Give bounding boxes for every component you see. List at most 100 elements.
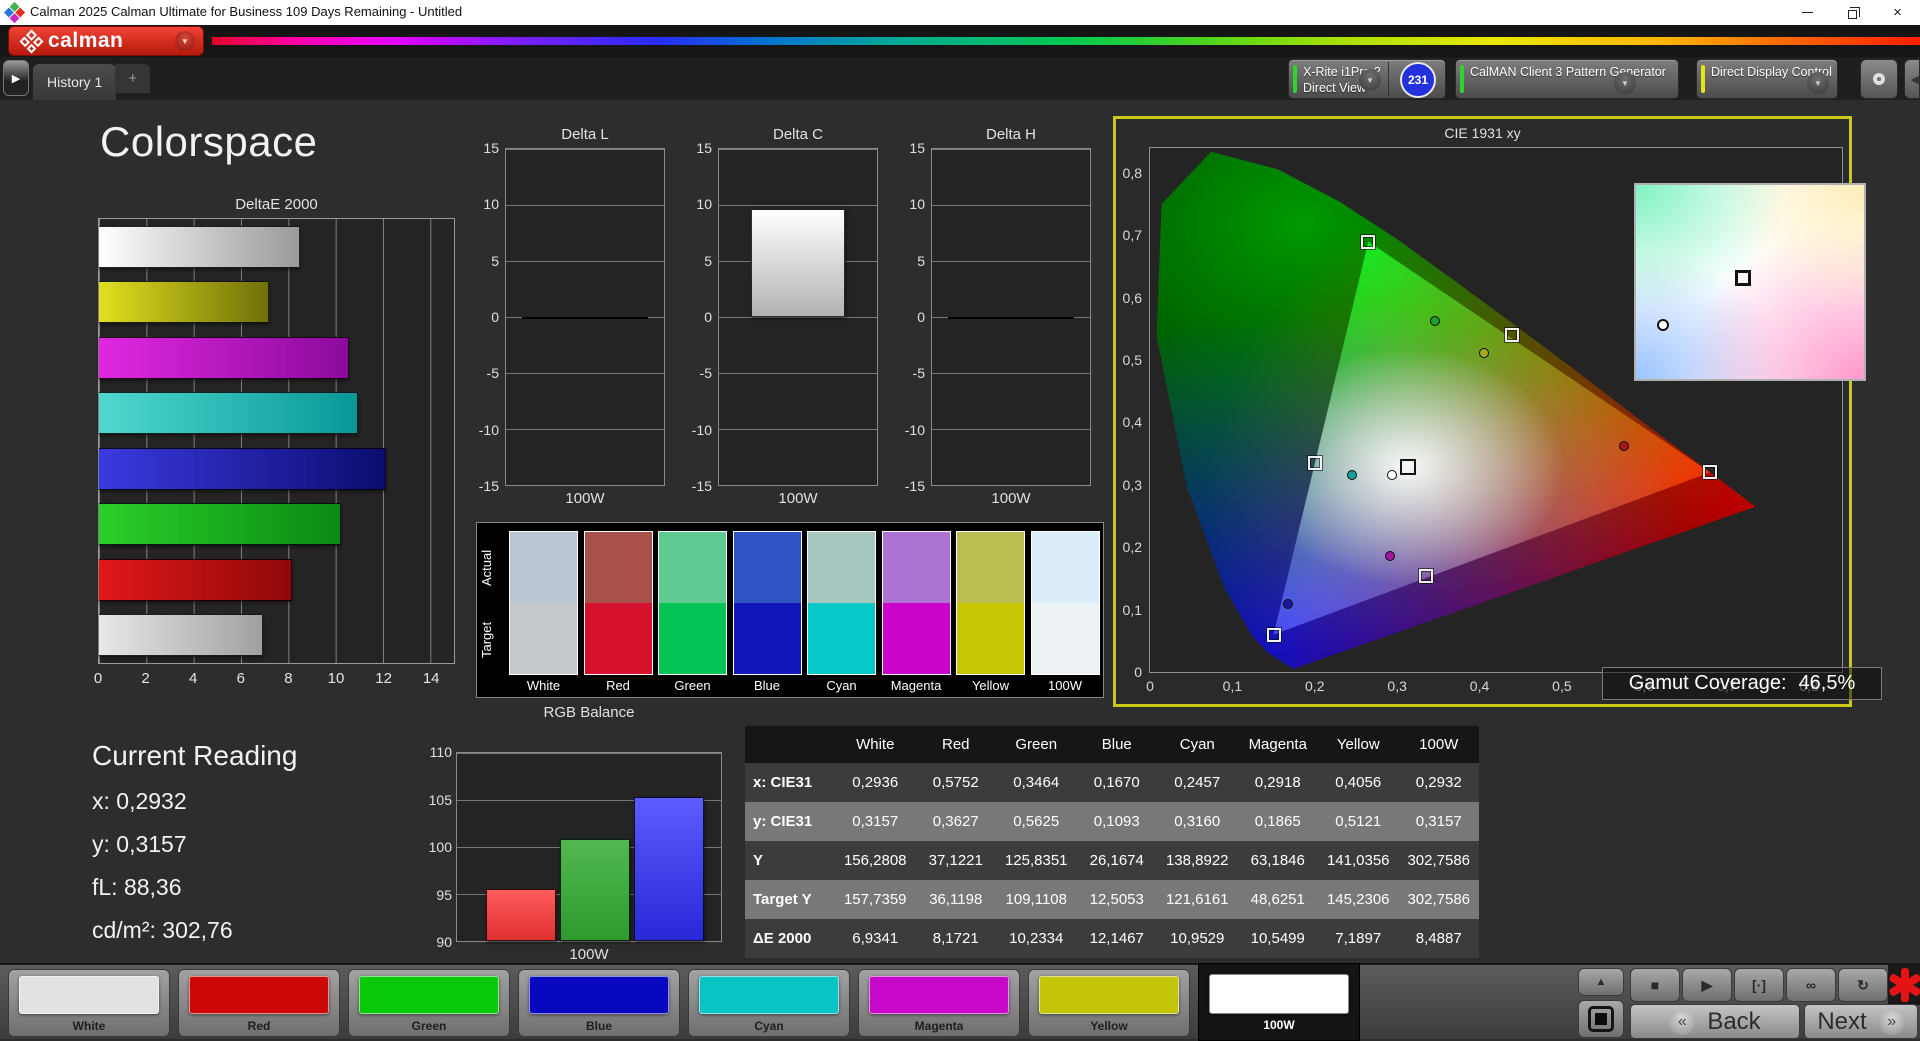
pattern-label: Green <box>411 1019 447 1033</box>
axis-tick-label: -15 <box>691 478 712 494</box>
main-workspace: Colorspace DeltaE 2000 0 2 4 6 8 10 12 14 Delta… <box>0 100 1920 963</box>
calman-logo-icon <box>19 28 44 54</box>
cie-measured-yellow <box>1479 347 1490 358</box>
deltae-bar-blue <box>99 447 387 490</box>
axis-tick-label: 0 <box>93 670 103 687</box>
display-control-dropdown[interactable]: Direct Display Control ▼ <box>1696 59 1838 99</box>
target-swatch <box>509 603 578 675</box>
chevron-down-icon: ▼ <box>175 31 195 51</box>
pattern-label: Cyan <box>754 1019 784 1033</box>
table-value-cell: 0,1093 <box>1076 802 1157 841</box>
table-value-cell: 302,7586 <box>1398 880 1479 919</box>
axis-tick-label: 4 <box>189 670 198 687</box>
axis-tick-label: 0 <box>1146 678 1154 694</box>
axis-tick-label: -5 <box>912 365 925 382</box>
expand-patterns-button[interactable]: ▲ <box>1578 968 1624 996</box>
pattern-label: Yellow <box>1090 1019 1128 1033</box>
table-header-cell: Magenta <box>1237 726 1318 763</box>
minimize-icon <box>1802 12 1813 13</box>
table-value-cell: 0,1670 <box>1076 763 1157 802</box>
chevron-down-icon: ▼ <box>1807 72 1829 94</box>
continuous-button[interactable]: ∞ <box>1786 968 1836 1002</box>
settings-button[interactable] <box>1860 59 1898 99</box>
pattern-button-blue[interactable]: Blue <box>518 969 680 1037</box>
axis-tick-label: 0,3 <box>1122 476 1142 493</box>
axis-tick-label: 5 <box>491 252 499 269</box>
pattern-generator-dropdown[interactable]: CalMAN Client 3 Pattern Generator ▼ <box>1455 59 1679 99</box>
transport-buttons: ■ ▶ [·] ∞ ↻ <box>1630 968 1888 1002</box>
back-button[interactable]: « Back <box>1630 1004 1800 1039</box>
table-value-cell: 0,2936 <box>835 763 916 802</box>
deltae-chart <box>98 218 455 664</box>
table-row-label: Y <box>745 841 835 880</box>
rgb-balance-chart <box>456 752 722 942</box>
swatch-column-yellow: Yellow <box>956 531 1025 693</box>
pattern-swatch <box>1209 974 1349 1014</box>
display-window-icon <box>1588 1006 1614 1032</box>
deltae-bar-row <box>99 330 454 386</box>
meter-mode: Direct View <box>1303 81 1366 95</box>
license-asterisk-icon <box>1888 968 1920 1002</box>
deltae-bar-row <box>99 386 454 442</box>
cie-chart: 0 0,1 0,2 0,3 0,4 0,5 0,6 0,7 0,8 0 0,1 0,2 0,3 0,4 0… <box>1123 147 1882 700</box>
play-button[interactable]: ▶ <box>1682 968 1732 1002</box>
axis-tick-label: 110 <box>429 744 452 760</box>
pattern-button-green[interactable]: Green <box>348 969 510 1037</box>
table-value-cell: 0,5625 <box>996 802 1077 841</box>
pattern-button-white[interactable]: White <box>8 969 170 1037</box>
deltae-bar-100w <box>99 225 300 268</box>
pattern-label: Red <box>247 1019 271 1033</box>
delta-c-bar <box>750 209 846 317</box>
table-value-cell: 0,2932 <box>1398 763 1479 802</box>
table-value-cell: 48,6251 <box>1237 880 1318 919</box>
delta-h-title: Delta H <box>985 126 1037 143</box>
stop-button[interactable]: ■ <box>1630 968 1680 1002</box>
table-value-cell: 125,8351 <box>996 841 1077 880</box>
pattern-button-magenta[interactable]: Magenta <box>858 969 1020 1037</box>
window-titlebar: Calman 2025 Calman Ultimate for Business… <box>0 0 1920 25</box>
actual-swatch <box>509 531 578 603</box>
delta-h-chart <box>931 148 1091 486</box>
table-row-label: y: CIE31 <box>745 802 835 841</box>
axis-tick-label: 6 <box>236 670 245 687</box>
license-corner <box>1888 965 1920 1005</box>
minimize-button[interactable] <box>1785 0 1830 25</box>
restore-icon <box>1848 6 1860 19</box>
close-button[interactable]: × <box>1875 0 1920 25</box>
meter-count-badge[interactable]: 231 <box>1400 62 1436 98</box>
tab-history-1[interactable]: History 1 <box>32 63 118 100</box>
pattern-button-red[interactable]: Red <box>178 969 340 1037</box>
axis-tick-label: 0 <box>917 309 925 325</box>
restore-button[interactable] <box>1830 0 1875 25</box>
target-swatch <box>1030 603 1100 675</box>
interval-button[interactable]: [·] <box>1734 968 1784 1002</box>
table-value-cell: 157,7359 <box>835 880 916 919</box>
deltae-bar-white <box>99 614 264 657</box>
calman-menu-button[interactable]: calman ▼ <box>8 26 204 56</box>
table-header-cell: White <box>835 726 916 763</box>
table-value-cell: 302,7586 <box>1398 841 1479 880</box>
deltae-bar-row <box>99 219 454 275</box>
pattern-button-yellow[interactable]: Yellow <box>1028 969 1190 1037</box>
next-button[interactable]: Next » <box>1804 1004 1918 1039</box>
pattern-button-100w[interactable]: 100W <box>1198 963 1360 1041</box>
refresh-button[interactable]: ↻ <box>1838 968 1888 1002</box>
axis-tick-label: 0,3 <box>1387 678 1407 694</box>
display-window-button[interactable] <box>1578 1000 1624 1038</box>
pattern-generator-label: CalMAN Client 3 Pattern Generator <box>1470 65 1666 79</box>
table-value-cell: 0,3464 <box>996 763 1077 802</box>
add-tab-button[interactable]: + <box>115 63 152 94</box>
swatch-column-white: White <box>509 531 578 693</box>
pattern-label: 100W <box>1263 1018 1295 1032</box>
table-value-cell: 10,2334 <box>996 919 1077 958</box>
pattern-swatch <box>869 976 1009 1014</box>
actual-swatch <box>881 531 951 603</box>
history-nav-button[interactable]: ▶ <box>3 60 29 96</box>
deltae-bar-green <box>99 503 342 546</box>
meter-dropdown[interactable]: X-Rite i1Pro 2 Direct View ▼ 231 <box>1288 59 1446 99</box>
collapse-panel-button[interactable]: ◀ <box>1904 59 1920 99</box>
cie-panel: CIE 1931 xy 0 0,1 0,2 0,3 0,4 0,5 0 0,1 … <box>1113 116 1882 707</box>
pattern-button-cyan[interactable]: Cyan <box>688 969 850 1037</box>
table-value-cell: 0,3157 <box>1398 802 1479 841</box>
table-row-label: x: CIE31 <box>745 763 835 802</box>
